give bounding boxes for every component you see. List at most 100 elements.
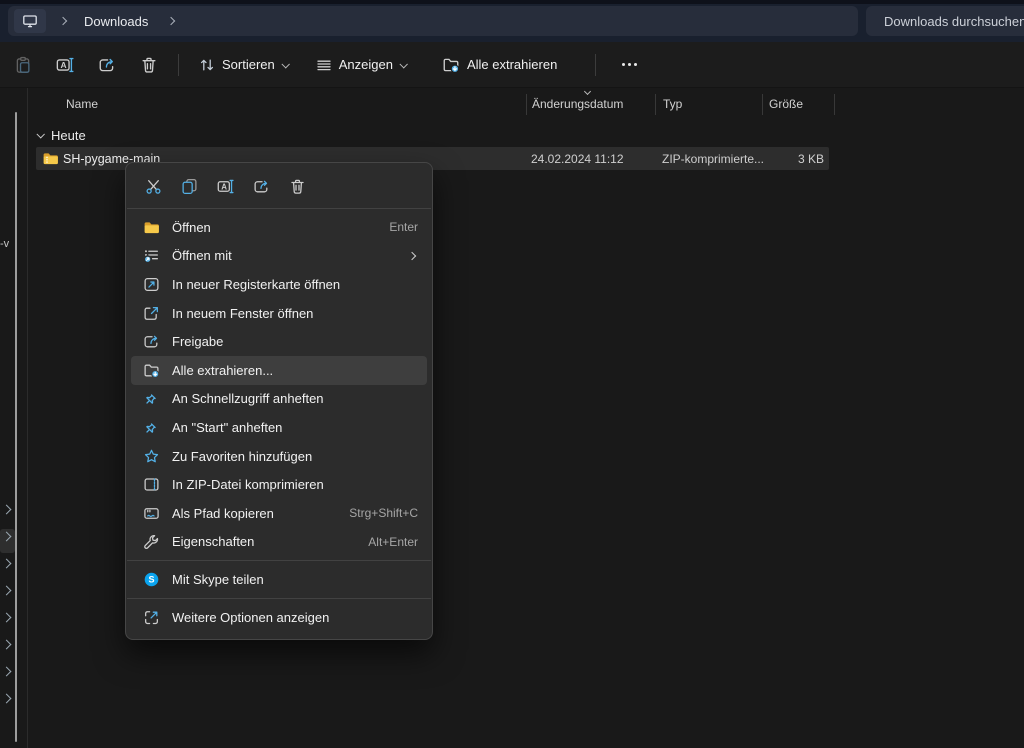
file-modified: 24.02.2024 11:12: [531, 152, 624, 166]
column-header-type[interactable]: Typ: [663, 97, 682, 111]
properties-icon: [142, 533, 161, 550]
column-header-name[interactable]: Name: [66, 97, 98, 111]
column-separator[interactable]: [834, 94, 835, 115]
computer-icon: [22, 13, 38, 29]
extract-all-button[interactable]: Alle extrahieren: [432, 48, 567, 82]
delete-icon: [289, 178, 306, 195]
column-separator[interactable]: [526, 94, 527, 115]
column-header-modified[interactable]: Änderungsdatum: [532, 97, 623, 111]
tree-expand-icon[interactable]: [2, 667, 12, 677]
paste-icon: [14, 56, 32, 74]
new-tab-icon: [142, 276, 161, 293]
menu-item-compress-zip[interactable]: In ZIP-Datei komprimieren: [131, 470, 427, 499]
pin-icon: [142, 419, 161, 436]
copy-icon: [181, 178, 198, 195]
menu-item-share-skype[interactable]: S Mit Skype teilen: [131, 565, 427, 594]
menu-separator: [127, 208, 431, 209]
delete-button[interactable]: [130, 48, 168, 82]
menu-item-extract-all[interactable]: Alle extrahieren...: [131, 356, 427, 385]
menu-item-share[interactable]: Freigabe: [131, 327, 427, 356]
nav-scrollbar[interactable]: [15, 112, 17, 742]
chevron-right-icon: [59, 17, 67, 25]
zip-folder-icon: [42, 150, 59, 167]
sort-button[interactable]: Sortieren: [189, 48, 298, 82]
share-icon: [253, 178, 270, 195]
rename-icon: A: [56, 56, 74, 74]
menu-separator: [127, 560, 431, 561]
file-size: 3 KB: [798, 152, 824, 166]
chevron-right-icon[interactable]: [167, 17, 175, 25]
rename-icon: A: [217, 178, 234, 195]
folder-icon: [142, 219, 161, 236]
menu-item-copy-path[interactable]: Als Pfad kopieren Strg+Shift+C: [131, 499, 427, 528]
toolbar-separator: [178, 54, 179, 76]
toolbar-separator: [595, 54, 596, 76]
tree-expand-icon[interactable]: [2, 640, 12, 650]
new-window-icon: [142, 305, 161, 322]
sort-indicator-icon: [584, 88, 591, 95]
chevron-down-icon: [399, 60, 407, 68]
paste-button[interactable]: [4, 48, 42, 82]
rename-button[interactable]: A: [46, 48, 84, 82]
tree-expand-icon[interactable]: [2, 613, 12, 623]
open-with-icon: [142, 247, 161, 264]
cut-button[interactable]: [136, 172, 170, 200]
menu-item-open-new-window[interactable]: In neuem Fenster öffnen: [131, 299, 427, 328]
extract-all-label: Alle extrahieren: [467, 57, 557, 72]
copy-button[interactable]: [172, 172, 206, 200]
copy-path-icon: [142, 505, 161, 522]
menu-item-add-favorites[interactable]: Zu Favoriten hinzufügen: [131, 442, 427, 471]
menu-separator: [127, 598, 431, 599]
search-input[interactable]: [866, 6, 1024, 36]
svg-text:S: S: [148, 575, 154, 585]
delete-button[interactable]: [280, 172, 314, 200]
sort-icon: [199, 57, 215, 73]
sort-label: Sortieren: [222, 57, 275, 72]
skype-icon: S: [142, 571, 161, 588]
file-explorer-window: Downloads A: [0, 0, 1024, 748]
menu-item-open[interactable]: Öffnen Enter: [131, 213, 427, 242]
column-header-size[interactable]: Größe: [769, 97, 803, 111]
menu-item-open-new-tab[interactable]: In neuer Registerkarte öffnen: [131, 270, 427, 299]
view-icon: [316, 57, 332, 73]
column-separator[interactable]: [762, 94, 763, 115]
toolbar: A: [0, 42, 1024, 88]
svg-text:A: A: [221, 182, 227, 191]
column-separator[interactable]: [655, 94, 656, 115]
address-bar[interactable]: Downloads: [8, 6, 858, 36]
extract-all-icon: [142, 362, 161, 379]
share-button[interactable]: [88, 48, 126, 82]
see-more-button[interactable]: [610, 48, 648, 82]
this-pc-button[interactable]: [14, 9, 46, 33]
tree-expand-icon[interactable]: [2, 586, 12, 596]
menu-item-properties[interactable]: Eigenschaften Alt+Enter: [131, 528, 427, 557]
nav-item-partial[interactable]: -v: [0, 238, 9, 250]
share-icon: [98, 56, 116, 74]
group-header-today[interactable]: Heute: [37, 124, 86, 146]
menu-item-pin-start[interactable]: An "Start" anheften: [131, 413, 427, 442]
tree-expand-icon[interactable]: [2, 559, 12, 569]
pin-icon: [142, 390, 161, 407]
context-menu-quick-actions: A: [126, 168, 432, 204]
share-button[interactable]: [244, 172, 278, 200]
tree-expand-icon[interactable]: [2, 505, 12, 515]
zip-compress-icon: [142, 476, 161, 493]
file-type: ZIP-komprimierte...: [662, 152, 764, 166]
menu-item-pin-quick-access[interactable]: An Schnellzugriff anheften: [131, 385, 427, 414]
view-label: Anzeigen: [339, 57, 393, 72]
show-more-icon: [142, 609, 161, 626]
see-more-icon: [622, 63, 637, 66]
menu-item-show-more-options[interactable]: Weitere Optionen anzeigen: [131, 603, 427, 632]
context-menu: A: [125, 162, 433, 640]
menu-item-open-with[interactable]: Öffnen mit: [131, 242, 427, 271]
navigation-pane: -v: [0, 88, 28, 748]
cut-icon: [145, 178, 162, 195]
submenu-chevron-icon: [408, 252, 416, 260]
breadcrumb-downloads[interactable]: Downloads: [84, 14, 148, 29]
view-button[interactable]: Anzeigen: [306, 48, 416, 82]
rename-button[interactable]: A: [208, 172, 242, 200]
tree-expand-icon[interactable]: [2, 694, 12, 704]
share-icon: [142, 333, 161, 350]
titlebar: Downloads: [0, 0, 1024, 42]
extract-all-icon: [442, 56, 460, 74]
